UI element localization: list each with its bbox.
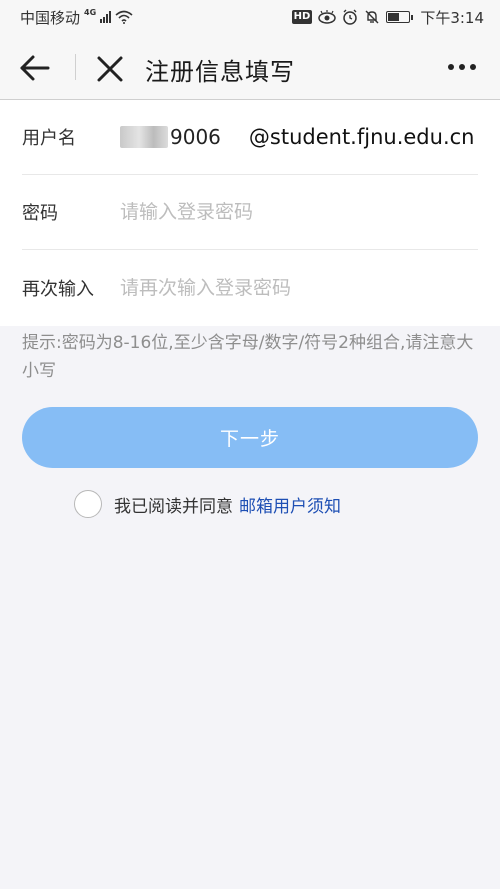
redacted-block bbox=[120, 126, 168, 148]
password-hint: 提示:密码为8-16位,至少含字母/数字/符号2种组合,请注意大小写 bbox=[22, 333, 474, 381]
header-divider bbox=[75, 54, 76, 80]
username-row: 用户名 9006 @student.fjnu.edu.cn bbox=[22, 100, 478, 175]
more-dots-icon[interactable] bbox=[446, 55, 478, 79]
agreement-row: 我已阅读并同意 邮箱用户须知 bbox=[74, 489, 341, 519]
next-button[interactable]: 下一步 bbox=[22, 407, 478, 468]
username-value[interactable]: 9006 bbox=[120, 125, 221, 149]
agreement-link[interactable]: 邮箱用户须知 bbox=[239, 492, 341, 517]
signal-icon bbox=[100, 11, 112, 23]
back-arrow-icon[interactable] bbox=[18, 51, 52, 85]
password-row: 密码 bbox=[22, 175, 478, 250]
username-label: 用户名 bbox=[22, 128, 76, 149]
agreement-checkbox[interactable] bbox=[74, 490, 102, 518]
mute-icon bbox=[365, 10, 379, 24]
status-bar: 中国移动 4G HD 下午3:14 bbox=[0, 0, 500, 34]
password-input[interactable] bbox=[120, 201, 450, 223]
password-confirm-row: 再次输入 bbox=[22, 250, 478, 325]
screen: 中国移动 4G HD 下午3:14 注册信息填写 用户名 9006 @stude… bbox=[0, 0, 500, 889]
status-right: HD 下午3:14 bbox=[291, 7, 484, 28]
alarm-icon bbox=[343, 9, 358, 25]
eye-icon bbox=[318, 10, 337, 24]
carrier-label: 中国移动 bbox=[20, 8, 81, 27]
close-icon[interactable] bbox=[94, 53, 126, 85]
wifi-icon bbox=[115, 10, 133, 24]
hd-icon: HD bbox=[291, 10, 313, 24]
registration-form: 用户名 9006 @student.fjnu.edu.cn 密码 再次输入 bbox=[0, 100, 500, 326]
agreement-text: 我已阅读并同意 bbox=[114, 496, 233, 517]
network-type: 4G bbox=[84, 7, 97, 17]
username-visible-digits: 9006 bbox=[170, 125, 221, 149]
email-domain-suffix: @student.fjnu.edu.cn bbox=[248, 125, 475, 149]
header: 注册信息填写 bbox=[0, 34, 500, 100]
page-title: 注册信息填写 bbox=[145, 58, 295, 86]
clock: 下午3:14 bbox=[420, 8, 484, 27]
password-confirm-input[interactable] bbox=[120, 276, 450, 299]
battery-icon bbox=[386, 11, 414, 23]
password-label: 密码 bbox=[22, 203, 58, 224]
password-confirm-label: 再次输入 bbox=[22, 278, 94, 300]
status-left: 中国移动 4G bbox=[20, 7, 133, 28]
